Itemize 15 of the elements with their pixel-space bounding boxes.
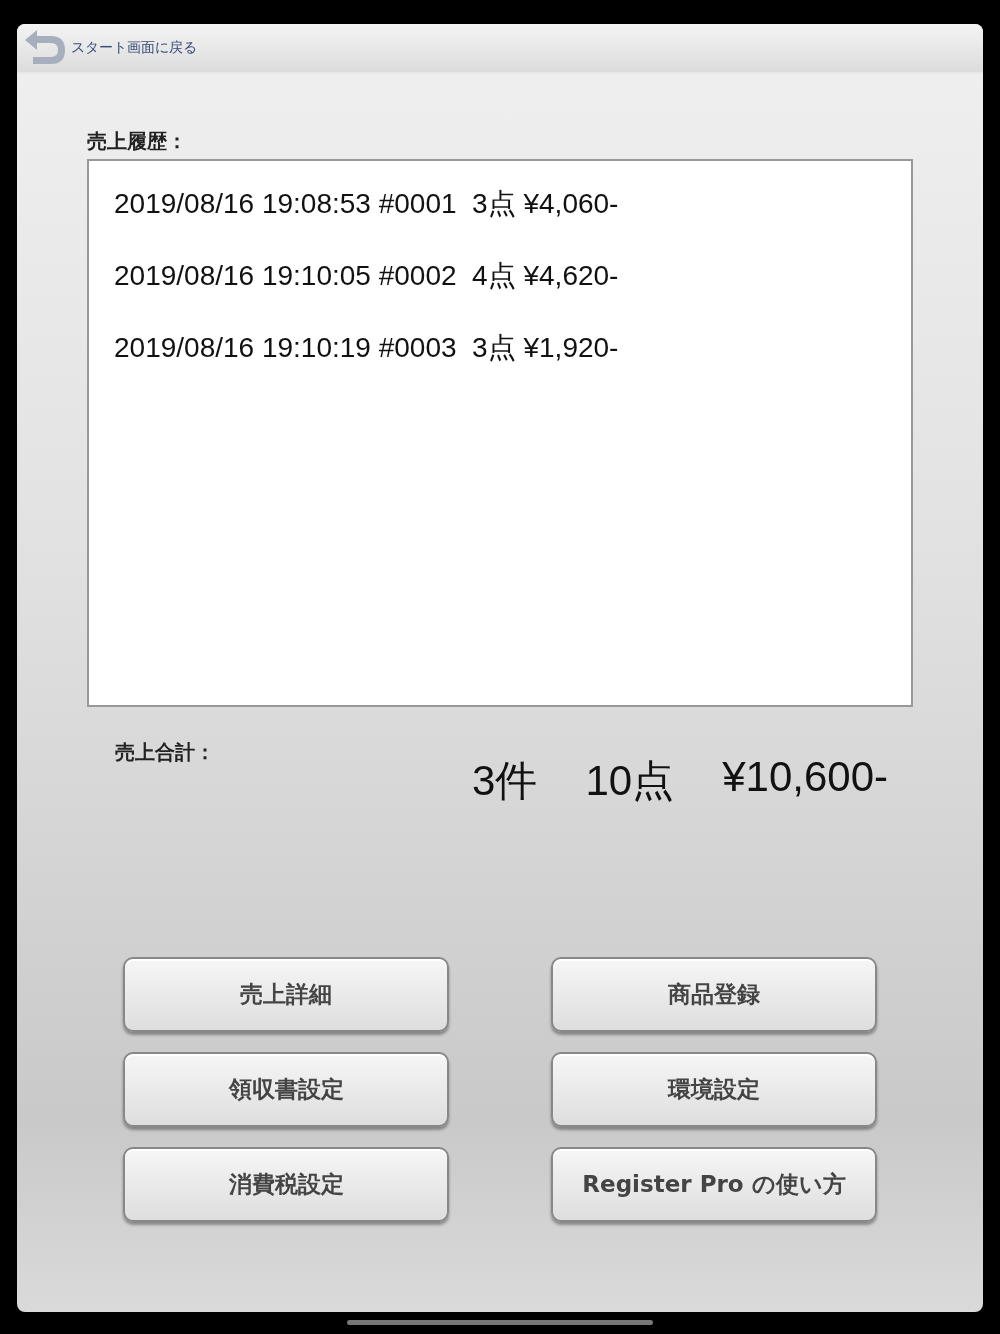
- menu-button[interactable]: 商品登録: [551, 957, 877, 1032]
- menu-button[interactable]: Register Pro の使い方: [551, 1147, 877, 1222]
- total-amount: ¥10,600-: [722, 753, 888, 802]
- total-count: 3件: [472, 756, 538, 806]
- history-entry[interactable]: 2019/08/16 19:10:19 #0003 3点 ¥1,920-: [114, 323, 911, 395]
- back-button[interactable]: スタート画面に戻る: [17, 28, 197, 68]
- total-label: 売上合計：: [115, 739, 215, 766]
- menu-button[interactable]: 環境設定: [551, 1052, 877, 1127]
- menu-button[interactable]: 消費税設定: [123, 1147, 449, 1222]
- history-entry[interactable]: 2019/08/16 19:08:53 #0001 3点 ¥4,060-: [114, 179, 911, 251]
- total-items: 10点: [585, 756, 675, 806]
- history-label: 売上履歴：: [87, 128, 188, 155]
- history-entry[interactable]: 2019/08/16 19:10:05 #0002 4点 ¥4,620-: [114, 251, 911, 323]
- menu-button[interactable]: 領収書設定: [123, 1052, 449, 1127]
- menu-button[interactable]: 売上詳細: [123, 957, 449, 1032]
